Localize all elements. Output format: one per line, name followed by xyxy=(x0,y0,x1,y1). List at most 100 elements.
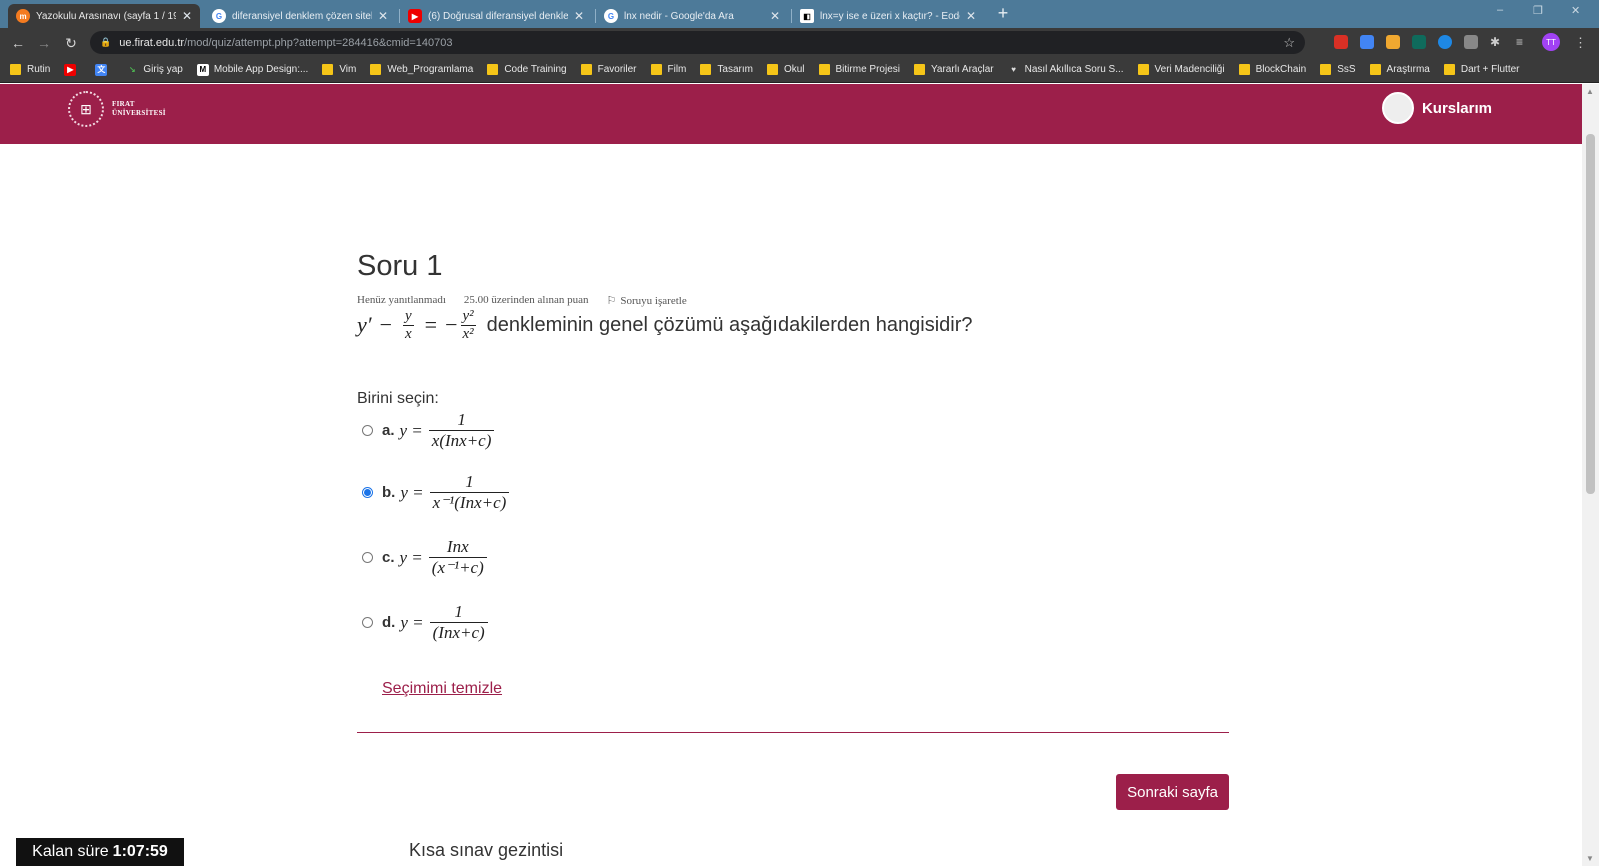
question-title: Soru 1 xyxy=(357,250,443,282)
option-letter: b. xyxy=(382,484,396,501)
page-scrollbar[interactable]: ▲ ▼ xyxy=(1582,84,1599,866)
translate-extension-icon[interactable] xyxy=(1360,35,1374,49)
bookmark-item[interactable]: Favoriler xyxy=(580,64,637,75)
question-info: Henüz yanıtlanmadı 25.00 üzerinden alına… xyxy=(357,294,687,307)
close-icon[interactable]: ✕ xyxy=(574,9,584,23)
fraction-denominator: x xyxy=(405,325,412,342)
browser-tab[interactable]: G diferansiyel denklem çözen siteler ✕ xyxy=(204,4,396,28)
extension-icon[interactable] xyxy=(1438,35,1452,49)
restore-icon[interactable]: ❐ xyxy=(1533,4,1543,17)
bookmark-item[interactable]: Araştırma xyxy=(1369,64,1430,75)
logo-line-1: FIRAT xyxy=(112,100,135,108)
new-tab-button[interactable]: + xyxy=(992,3,1014,24)
radio-button[interactable] xyxy=(362,425,373,436)
flag-question-link[interactable]: ⚐ Soruyu işaretle xyxy=(607,294,687,308)
option-fraction: 1 (Inx+c) xyxy=(429,602,488,643)
bookmark-item[interactable]: Okul xyxy=(766,64,805,75)
bookmark-item[interactable]: BlockChain xyxy=(1238,64,1306,75)
url-path: /mod/quiz/attempt.php?attempt=284416&cmi… xyxy=(184,36,453,49)
site-header: ⊞ FIRAT ÜNİVERSİTESİ Kurslarım xyxy=(0,84,1582,144)
bookmark-star-icon[interactable]: ☆ xyxy=(1283,35,1295,51)
bookmark-item[interactable]: Vim xyxy=(322,64,356,75)
bookmark-item[interactable]: Dart + Flutter xyxy=(1443,64,1520,75)
folder-icon xyxy=(487,64,499,75)
close-icon[interactable]: ✕ xyxy=(966,9,976,23)
scrollbar-thumb[interactable] xyxy=(1586,134,1595,494)
close-icon[interactable]: ✕ xyxy=(378,9,388,23)
extension-icon[interactable] xyxy=(1412,35,1426,49)
bookmark-label: Dart + Flutter xyxy=(1460,64,1520,75)
extension-icon[interactable] xyxy=(1334,35,1348,49)
bookmark-item[interactable]: ▶ xyxy=(64,63,81,76)
eodev-icon: ◧ xyxy=(800,9,814,23)
browser-tab[interactable]: G lnx nedir - Google'da Ara ✕ xyxy=(596,4,788,28)
browser-toolbar: ← → ↻ 🔒 ue.firat.edu.tr /mod/quiz/attemp… xyxy=(0,28,1599,57)
bookmark-item[interactable]: Bitirme Projesi xyxy=(818,64,900,75)
bookmark-item[interactable]: SsS xyxy=(1320,64,1356,75)
extension-icon[interactable] xyxy=(1386,35,1400,49)
scroll-down-icon[interactable]: ▼ xyxy=(1586,854,1594,863)
minimize-icon[interactable]: – xyxy=(1497,4,1503,16)
clear-choice-link[interactable]: Seçimimi temizle xyxy=(382,680,502,698)
browser-tab[interactable]: ▶ (6) Doğrusal diferansiyel denklem ✕ xyxy=(400,4,592,28)
user-menu-label: Kurslarım xyxy=(1421,99,1492,117)
option-lhs: y = xyxy=(399,420,423,440)
equation-fraction: y² x² xyxy=(460,308,476,342)
browser-tab[interactable]: m Yazokulu Arasınavı (sayfa 1 / 19) ✕ xyxy=(8,4,200,28)
next-page-button[interactable]: Sonraki sayfa xyxy=(1116,774,1229,810)
browser-tab[interactable]: ◧ lnx=y ise e üzeri x kaçtır? - Eodev ✕ xyxy=(792,4,984,28)
question-text: y′ − y x = − y² x² denkleminin genel çöz… xyxy=(357,308,973,342)
window-close-icon[interactable]: ✕ xyxy=(1571,4,1580,17)
bookmark-item[interactable]: 文 xyxy=(95,63,112,76)
bookmark-item[interactable]: ↘ Giriş yap xyxy=(126,64,183,76)
timer-label: Kalan süre xyxy=(32,843,109,860)
bookmark-label: Favoriler xyxy=(597,64,637,75)
bookmark-label: Film xyxy=(667,64,687,75)
user-menu[interactable]: Kurslarım xyxy=(1381,92,1492,124)
answer-option-c[interactable]: c. y = Inx (x⁻¹+c) xyxy=(357,537,487,578)
back-arrow-icon[interactable]: ← xyxy=(7,32,29,54)
bookmark-item[interactable]: Web_Programlama xyxy=(370,64,473,75)
radio-button[interactable] xyxy=(362,552,373,563)
bookmark-item[interactable]: Code Training xyxy=(487,64,567,75)
equation-term: y′ xyxy=(357,312,372,337)
forward-arrow-icon[interactable]: → xyxy=(33,32,55,54)
bookmark-label: Rutin xyxy=(27,64,51,75)
reading-list-icon[interactable]: ≡ xyxy=(1516,35,1530,49)
bookmark-item[interactable]: M Mobile App Design:... xyxy=(196,63,308,76)
radio-button-selected[interactable] xyxy=(362,487,373,498)
answer-option-b[interactable]: b. y = 1 x⁻¹(Inx+c) xyxy=(357,472,510,513)
scroll-up-icon[interactable]: ▲ xyxy=(1586,87,1594,96)
more-menu-icon[interactable]: ⋮ xyxy=(1574,35,1588,50)
close-icon[interactable]: ✕ xyxy=(770,9,780,23)
bookmark-item[interactable]: ♥ Nasıl Akıllıca Soru S... xyxy=(1008,64,1123,76)
fraction-numerator: 1 xyxy=(428,410,495,431)
reload-icon[interactable]: ↻ xyxy=(60,32,82,54)
extension-icon[interactable] xyxy=(1464,35,1478,49)
puzzle-icon[interactable]: ✱ xyxy=(1490,35,1504,49)
answer-option-a[interactable]: a. y = 1 x(Inx+c) xyxy=(357,410,495,451)
close-icon[interactable]: ✕ xyxy=(182,9,192,23)
radio-button[interactable] xyxy=(362,617,373,628)
bookmark-label: Giriş yap xyxy=(143,64,183,75)
moodle-icon: m xyxy=(16,9,30,23)
bookmark-item[interactable]: Tasarım xyxy=(700,64,753,75)
university-logo[interactable]: ⊞ FIRAT ÜNİVERSİTESİ xyxy=(68,91,166,127)
heart-icon: ♥ xyxy=(1011,65,1016,74)
tab-title: (6) Doğrusal diferansiyel denklem xyxy=(428,10,568,22)
folder-icon xyxy=(818,64,830,75)
folder-icon xyxy=(322,64,334,75)
bookmark-item[interactable]: Veri Madenciliği xyxy=(1137,64,1225,75)
bookmark-item[interactable]: Yararlı Araçlar xyxy=(913,64,994,75)
tab-title: lnx nedir - Google'da Ara xyxy=(624,10,734,22)
bookmark-label: Okul xyxy=(783,64,805,75)
answer-option-d[interactable]: d. y = 1 (Inx+c) xyxy=(357,602,488,643)
profile-avatar[interactable]: TT xyxy=(1542,33,1560,51)
address-bar[interactable]: 🔒 ue.firat.edu.tr /mod/quiz/attempt.php?… xyxy=(90,31,1305,54)
fraction-denominator: x(Inx+c) xyxy=(431,431,492,450)
equation-operator: = xyxy=(424,312,438,337)
folder-icon xyxy=(913,64,925,75)
bookmark-label: Araştırma xyxy=(1386,64,1430,75)
bookmark-item[interactable]: Rutin xyxy=(10,64,50,75)
bookmark-item[interactable]: Film xyxy=(650,64,687,75)
